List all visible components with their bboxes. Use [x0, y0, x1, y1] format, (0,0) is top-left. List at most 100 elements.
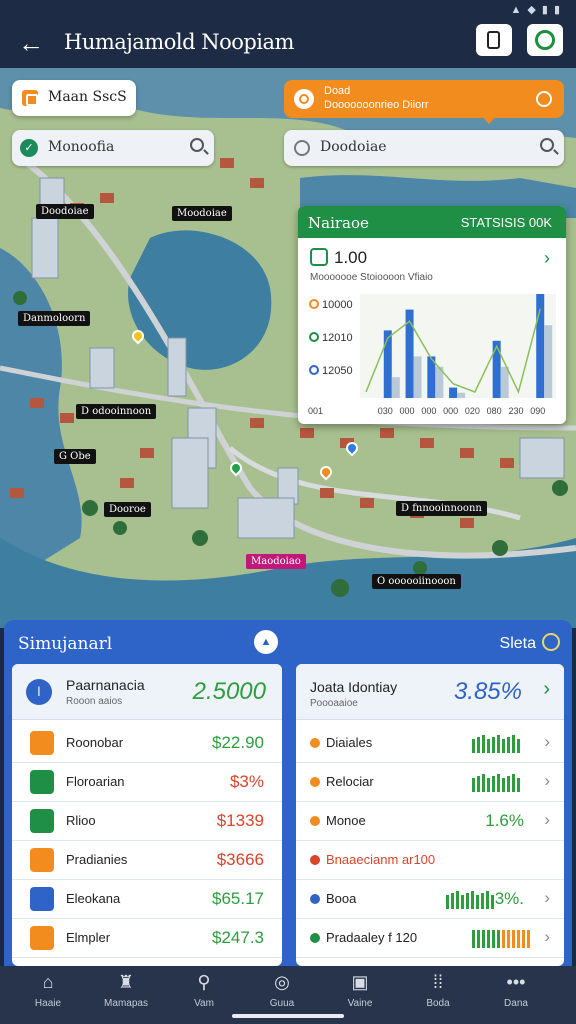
nav-label: Boda [426, 998, 450, 1009]
stats-chart-card[interactable]: Nairaoe STATSISIS 00K 1.00 › Mooooooe St… [298, 206, 566, 424]
chart-card-stat: STATSISIS 00K [460, 215, 552, 230]
chevron-right-icon[interactable]: › [544, 810, 550, 830]
chart-card-value: 1.00 [334, 248, 368, 267]
identity-row[interactable]: Monoe 1.6% › [296, 802, 564, 841]
map-label[interactable]: D fnnooinnoonn [396, 501, 487, 516]
chart-bar [449, 387, 458, 398]
y-tick-label: 10000 [322, 299, 353, 311]
chevron-right-icon[interactable]: › [544, 248, 550, 269]
sparkbar-icon [472, 735, 522, 753]
nav-item-vam[interactable]: ⚲ Vam [168, 972, 240, 1009]
check-circle-icon [30, 770, 54, 794]
puzzle-icon [30, 887, 54, 911]
nav-item-vaine[interactable]: ▣ Vaine [324, 972, 396, 1009]
nav-label: Vam [194, 998, 214, 1009]
promo-line2: Dooooooonrieo Diiorr [324, 99, 429, 111]
finance-row[interactable]: Pradianies $3666 [12, 841, 282, 880]
map-label[interactable]: Moodoiae [172, 206, 232, 221]
map-filter-chip[interactable]: Maan SscS [12, 80, 136, 116]
nav-item-haaie[interactable]: ⌂ Haaie [12, 972, 84, 1009]
chevron-right-icon[interactable]: › [544, 888, 550, 908]
legend-dot [309, 332, 319, 342]
phone-button[interactable] [476, 24, 512, 56]
finance-row[interactable]: Rlioo $1339 [12, 802, 282, 841]
chevron-right-icon[interactable]: › [544, 771, 550, 791]
chart-bar [413, 356, 422, 398]
identity-header-value: 3.85% [453, 678, 522, 705]
identity-row-label: Diaiales [326, 735, 373, 750]
finance-row-label: Pradianies [66, 852, 128, 867]
nav-item-mamapas[interactable]: ♜ Mamapas [90, 972, 162, 1009]
finance-row-value: $3666 [216, 850, 264, 869]
chevron-right-icon[interactable]: › [544, 732, 550, 752]
record-button[interactable] [527, 24, 563, 56]
info-icon: l [26, 679, 52, 705]
identity-header-title: Joata Idontiay [310, 679, 398, 695]
identity-row[interactable]: Bnaaecianm ar100 [296, 841, 564, 880]
map-label[interactable]: O oooooiinooon [372, 574, 461, 589]
finance-row-value: $65.17 [212, 889, 264, 908]
chart-bar [383, 330, 392, 398]
document-icon [30, 848, 54, 872]
identity-row[interactable]: Relociar › [296, 763, 564, 802]
nav-label: Haaie [34, 998, 62, 1009]
nav-item-guua[interactable]: ◎ Guua [246, 972, 318, 1009]
settings-icon[interactable] [542, 633, 560, 651]
chevron-right-icon[interactable]: › [544, 927, 550, 947]
page-title: Humajamold Noopiam [64, 30, 294, 54]
identity-row-value: 1.6% [485, 811, 524, 830]
identity-list-header[interactable]: Joata Idontiay Poooaaioe 3.85% › [296, 664, 564, 720]
chart-bar [492, 340, 501, 398]
status-dot-icon [310, 738, 320, 748]
back-arrow-icon[interactable]: ← [14, 26, 48, 60]
panel-stats-label: Sleta [499, 635, 536, 652]
location-search-right[interactable]: Doodoiae [284, 130, 564, 166]
map-label[interactable]: Dooroe [104, 502, 151, 517]
circle-icon [535, 30, 555, 50]
x-tick-label: 090 [530, 406, 545, 416]
finance-row[interactable]: Eleokana $65.17 [12, 880, 282, 919]
x-tick-label: 001 [308, 406, 323, 416]
x-tick-label: 230 [508, 406, 523, 416]
map-label[interactable]: Doodoiae [36, 204, 94, 219]
promo-banner[interactable]: Doad Dooooooonrieo Diiorr [284, 80, 564, 124]
chevron-right-icon[interactable]: › [543, 678, 550, 701]
map-label[interactable]: Maodoiao [246, 554, 306, 569]
status-dot-icon [310, 777, 320, 787]
finance-row[interactable]: Roonobar $22.90 [12, 724, 282, 763]
share-icon[interactable]: ▲ [254, 630, 278, 654]
identity-row[interactable]: Pradaaley f 120 › [296, 919, 564, 958]
y-tick-label: 12010 [322, 332, 353, 344]
identity-row[interactable]: Diaiales › [296, 724, 564, 763]
location-search-left[interactable]: ✓ Monoofia [12, 130, 214, 166]
identity-header-sub: Poooaaioe [310, 698, 358, 709]
search-icon[interactable] [190, 138, 204, 152]
compass-icon: ◎ [274, 972, 290, 992]
map-label[interactable]: D odooinnoon [76, 404, 157, 419]
status-dot-icon [310, 894, 320, 904]
layers-icon [22, 90, 38, 106]
finance-row[interactable]: Elmpler $247.3 [12, 919, 282, 958]
grid-icon: ⁞⁞ [432, 972, 443, 992]
panel-title: Simujanarl [18, 634, 113, 654]
map-label[interactable]: Danmoloorn [18, 311, 91, 326]
close-circle-icon[interactable] [536, 91, 552, 107]
finance-row-label: Floroarian [66, 774, 125, 789]
nav-item-boda[interactable]: ⁞⁞ Boda [402, 972, 474, 1009]
search-icon[interactable] [540, 138, 554, 152]
finance-list-header[interactable]: l Paarnanacia Rooon aaios 2.5000 [12, 664, 282, 720]
x-tick-label: 080 [487, 406, 502, 416]
identity-row[interactable]: Booa 3%. › [296, 880, 564, 919]
nav-item-dana[interactable]: ••• Dana [480, 972, 552, 1009]
map-label[interactable]: G Obe [54, 449, 96, 464]
nav-label: Mamapas [104, 998, 148, 1009]
finance-row[interactable]: Floroarian $3% [12, 763, 282, 802]
app-header: ← Humajamold Noopiam [0, 20, 576, 68]
map-view[interactable]: Maan SscS Doad Dooooooonrieo Diiorr ✓ Mo… [0, 68, 576, 628]
x-tick-label: 020 [465, 406, 480, 416]
nav-label: Vaine [347, 998, 373, 1009]
y-tick-label: 12050 [322, 365, 353, 377]
finance-header-sub: Rooon aaios [66, 696, 123, 707]
finance-header-title: Paarnanacia [66, 677, 145, 693]
chart-bar [391, 377, 400, 398]
